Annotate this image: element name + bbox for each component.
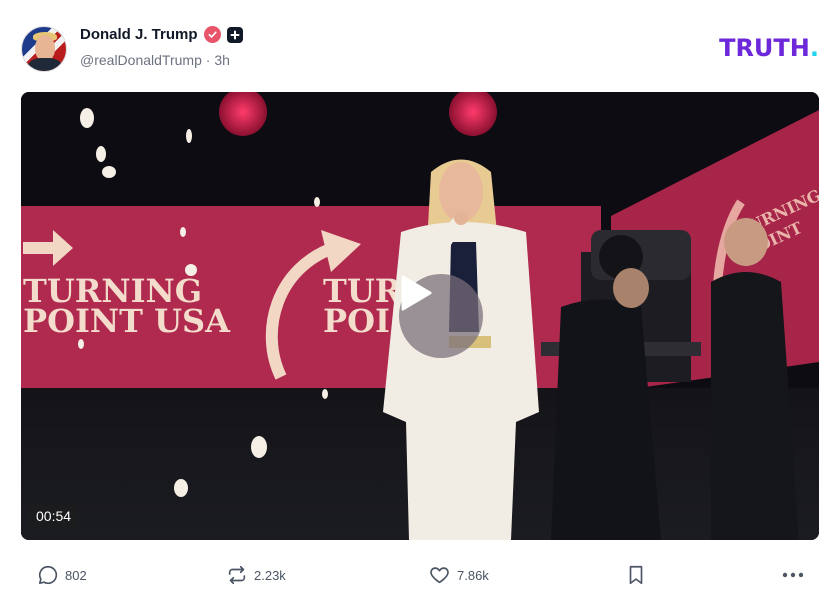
heart-icon [430,567,449,584]
post-header: Donald J. Trump @realDonaldTrump · 3h TR… [21,24,821,74]
logo-text: TRUTH [719,34,810,62]
verified-badge-icon [203,26,221,43]
play-button[interactable] [399,274,483,358]
author-row: Donald J. Trump [80,26,243,43]
video-duration: 00:54 [29,505,79,527]
post-time[interactable]: 3h [214,52,230,68]
retruth-button[interactable]: 2.23k [226,560,286,590]
author-handle[interactable]: @realDonaldTrump [80,52,202,68]
meta-separator: · [205,52,211,68]
author-name[interactable]: Donald J. Trump [80,26,198,43]
plus-badge-icon [226,26,243,43]
play-icon [401,275,432,311]
more-icon [782,572,804,578]
retruth-count: 2.23k [254,567,286,583]
like-button[interactable]: 7.86k [428,560,489,590]
comment-icon [38,565,58,585]
bookmark-button[interactable] [626,560,646,590]
reply-count: 802 [65,567,87,583]
video-player[interactable]: TURNING POINT USA TUR POI TURNING POINT [21,92,819,540]
like-count: 7.86k [457,567,489,583]
truth-logo[interactable]: TRUTH. [719,34,819,62]
author-meta: @realDonaldTrump · 3h [80,52,230,68]
avatar[interactable] [21,26,67,72]
banner-text: POINT USA [23,302,231,340]
avatar-suit [28,58,62,71]
bookmark-icon [629,565,643,585]
post-actions: 802 2.23k 7.86k [21,560,821,590]
reply-button[interactable]: 802 [37,560,87,590]
banner-text: POI [323,302,390,340]
logo-dot: . [809,34,819,62]
repost-icon [228,565,246,585]
more-button[interactable] [781,560,805,590]
